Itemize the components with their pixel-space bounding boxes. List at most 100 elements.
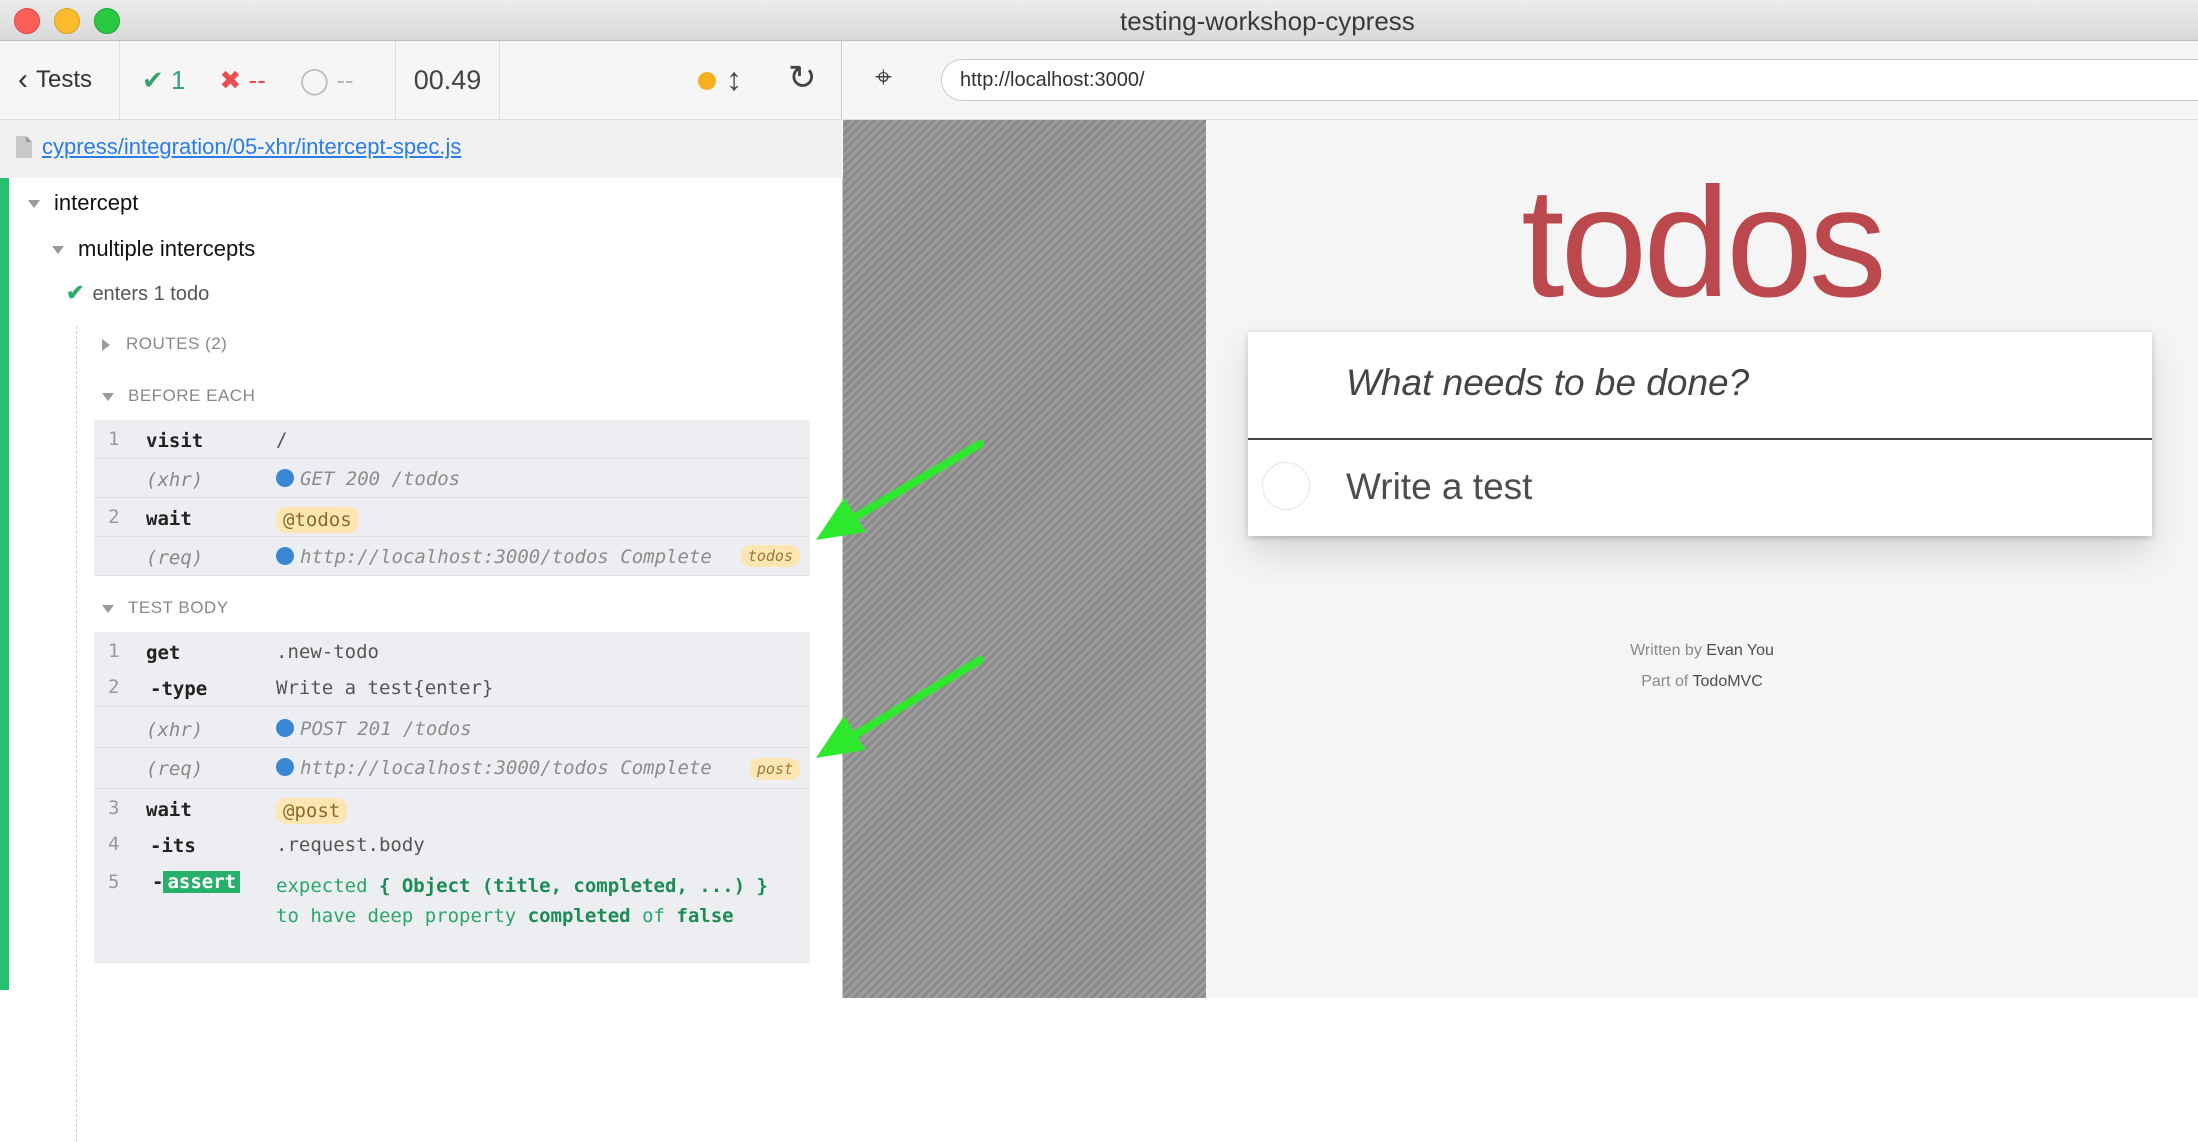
test-title: enters 1 todo [92,283,210,305]
close-window-button[interactable] [14,8,40,34]
check-icon: ✔ [142,64,164,95]
xhr-dot-icon [276,547,294,565]
x-icon: ✖ [219,64,242,95]
reporter-header: ‹ Tests ✔ 1 ✖ -- ◯ -- 00.49 ↕ ↻ [0,41,842,120]
xhr-dot-icon [276,758,294,776]
command-row[interactable]: 1 get .new-todo [94,632,810,668]
reporter-controls: ↕ ↻ [500,41,842,119]
resize-icon[interactable]: ↕ [726,61,742,98]
command-name: get [146,642,181,664]
spec-file-link[interactable]: cypress/integration/05-xhr/intercept-spe… [42,134,461,160]
author-link[interactable]: Evan You [1706,642,1774,659]
window-title: testing-workshop-cypress [1120,6,1415,36]
assert-of: of [642,905,665,927]
routes-toggle[interactable]: ROUTES (2) [102,334,227,354]
alias-badge: @post [276,798,348,824]
todo-app: What needs to be done? Write a test [1248,332,2152,536]
check-icon: ✔ [66,280,85,305]
command-row[interactable]: 2 wait @todos [94,498,810,537]
command-number: 5 [108,871,120,893]
zoom-window-button[interactable] [94,8,120,34]
command-name: (req) [146,758,204,780]
todo-item[interactable]: Write a test [1248,440,2152,536]
xhr-dot-icon [276,469,294,487]
subsuite-title: multiple intercepts [78,236,256,261]
written-by-prefix: Written by [1630,642,1702,659]
command-message: .request.body [276,834,425,856]
caret-down-icon [102,392,114,401]
arrow-icon [816,656,984,758]
command-row[interactable]: 1 visit / [94,420,810,459]
command-message: @post [276,798,348,824]
assert-badge: assert [163,871,241,893]
command-name: -its [150,835,196,857]
new-todo-input[interactable]: What needs to be done? [1248,332,2152,440]
app-title: todos [1521,156,1887,330]
suite-title: intercept [54,190,139,215]
auto-scroll-indicator [698,72,716,90]
minimize-window-button[interactable] [54,8,80,34]
command-name: -type [150,678,208,700]
before-each-toggle[interactable]: BEFORE EACH [102,386,255,406]
test-body-toggle[interactable]: TEST BODY [102,598,229,618]
command-number: 2 [108,506,120,528]
todo-toggle-checkbox[interactable] [1262,462,1310,510]
command-message: http://localhost:3000/todos Complete [276,546,712,568]
tests-button[interactable]: ‹ Tests [0,41,120,119]
before-each-label: BEFORE EACH [128,386,256,405]
command-row[interactable]: (xhr) GET 200 /todos [94,459,810,498]
assert-message: expected { Object (title, completed, ...… [276,871,796,931]
chevron-left-icon: ‹ [18,63,28,96]
assert-subject: { Object (title, completed, ...) } [378,875,768,897]
command-message: Write a test{enter} [276,677,494,699]
test-stats: ✔ 1 ✖ -- ◯ -- [120,41,396,119]
command-message: POST 201 /todos [276,718,472,740]
file-icon [16,136,32,158]
test-body-commands: 1 get .new-todo 2 -type Write a test{ent… [94,632,810,963]
assert-row[interactable]: 5 - assert expected { Object (title, comp… [94,863,810,963]
url-bar[interactable]: http://localhost:3000/ [941,59,2198,101]
command-name: (xhr) [146,719,204,741]
spinner-icon: ◯ [299,64,329,95]
command-number: 1 [108,640,120,662]
command-row[interactable]: 3 wait @post [94,789,810,825]
todomvc-link[interactable]: TodoMVC [1693,673,1763,690]
assert-property: completed [527,905,631,927]
info-part-of: Part of TodoMVC [1206,673,2198,691]
command-row[interactable]: 2 -type Write a test{enter} [94,668,810,707]
failed-count: -- [248,64,266,95]
caret-down-icon [52,246,64,255]
arrow-icon [816,440,984,540]
command-name: (xhr) [146,469,204,491]
pending-count: -- [336,64,354,95]
test-enters-1-todo[interactable]: ✔ enters 1 todo [66,280,209,306]
command-log: intercept multiple intercepts ✔ enters 1 … [0,178,843,1142]
assert-expected: expected [276,875,368,897]
command-name: - assert [152,871,241,893]
suite-multiple-intercepts[interactable]: multiple intercepts [52,236,255,262]
command-message-text: http://localhost:3000/todos Complete [300,757,712,779]
alias-badge: @todos [276,507,359,533]
alias-badge: post [749,758,800,780]
command-prefix: - [152,871,164,893]
command-message: .new-todo [276,641,379,663]
assert-mid: to have deep property [276,905,517,927]
command-name: wait [146,508,192,530]
part-of-prefix: Part of [1641,673,1689,690]
info-written-by: Written by Evan You [1206,642,2198,660]
alias-badge: todos [740,545,800,567]
command-row[interactable]: (xhr) POST 201 /todos [94,707,810,748]
command-message-text: http://localhost:3000/todos Complete [300,546,712,568]
command-row[interactable]: 4 -its .request.body [94,825,810,863]
duration: 00.49 [396,41,500,119]
command-row[interactable]: (req) http://localhost:3000/todos Comple… [94,748,810,789]
suite-intercept[interactable]: intercept [28,190,138,216]
spec-file-bar: cypress/integration/05-xhr/intercept-spe… [0,120,842,179]
reload-icon[interactable]: ↻ [788,58,817,98]
command-number: 1 [108,428,120,450]
command-name: visit [146,430,204,452]
command-row[interactable]: (req) http://localhost:3000/todos Comple… [94,537,810,576]
test-guide-line [76,326,77,1142]
selector-playground-icon[interactable]: ⌖ [875,61,892,95]
pending-stat: ◯ -- [300,65,354,96]
